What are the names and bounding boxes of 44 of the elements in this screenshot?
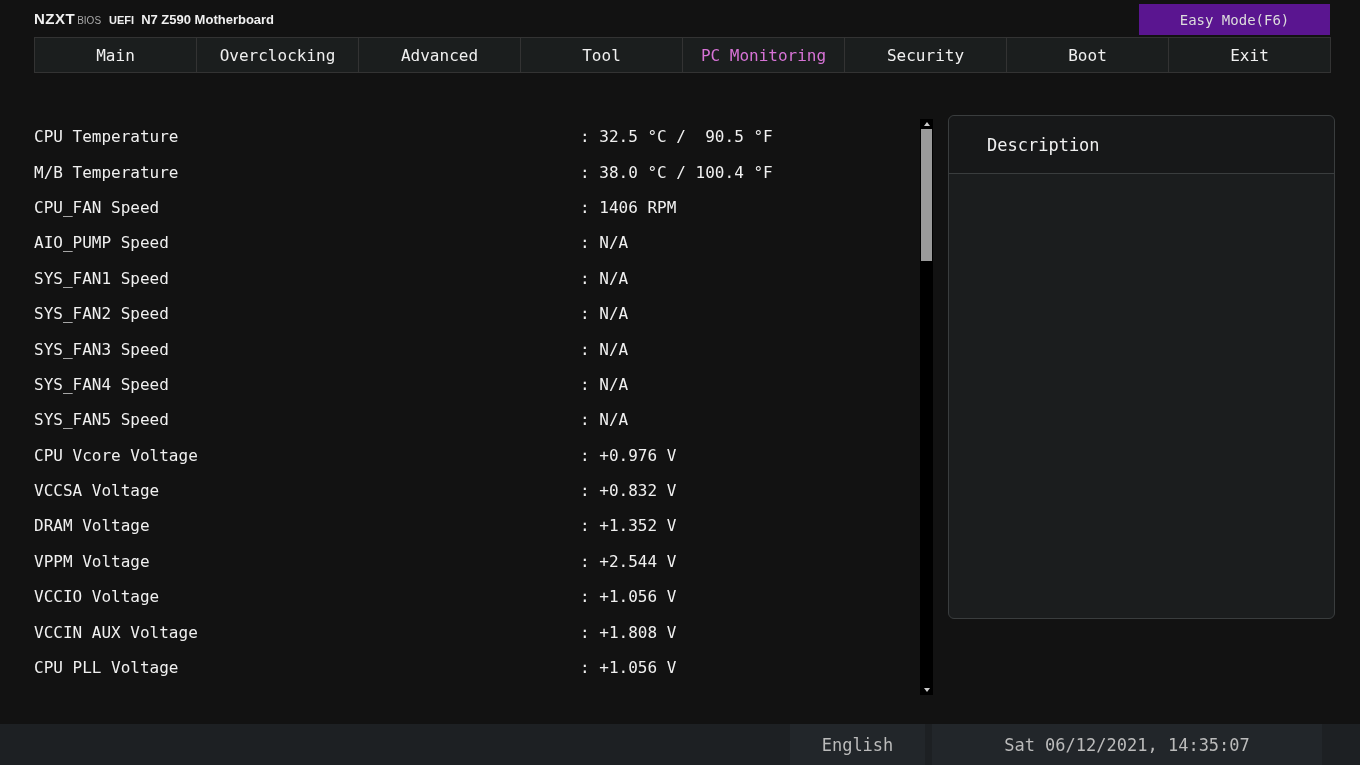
- reading-label: DRAM Voltage: [34, 516, 151, 536]
- reading-label: CPU_FAN Speed: [34, 197, 161, 217]
- reading-value: : N/A: [580, 233, 629, 253]
- reading-value: : 32.5 °C / 90.5 °F: [580, 127, 773, 147]
- reading-label: SYS_FAN2 Speed: [34, 304, 170, 324]
- reading-label: VCCIN AUX Voltage: [34, 622, 199, 642]
- scroll-up-icon[interactable]: [922, 121, 931, 127]
- reading-value: : N/A: [580, 304, 629, 324]
- brand-suffix: BIOS: [77, 15, 102, 26]
- reading-value: : +0.832 V: [580, 481, 677, 501]
- reading-value: : 1406 RPM: [580, 197, 677, 217]
- board-name: N7 Z590 Motherboard: [141, 12, 275, 27]
- scroll-thumb[interactable]: [921, 129, 932, 261]
- reading-value: : +2.544 V: [580, 551, 677, 571]
- reading-label: SYS_FAN5 Speed: [34, 410, 170, 430]
- reading-label: CPU Vcore Voltage: [34, 445, 199, 465]
- date-time: Sat 06/12/2021, 14:35:07: [932, 724, 1322, 765]
- reading-label: SYS_FAN1 Speed: [34, 268, 170, 288]
- reading-label: VCCSA Voltage: [34, 481, 161, 501]
- reading-value: : +1.352 V: [580, 516, 677, 536]
- reading-value: : N/A: [580, 268, 629, 288]
- reading-label: AIO_PUMP Speed: [34, 233, 170, 253]
- reading-label: CPU Temperature: [34, 127, 180, 147]
- scrollbar[interactable]: [920, 119, 933, 695]
- reading-label: SYS_FAN4 Speed: [34, 374, 170, 394]
- language-selector[interactable]: English: [790, 724, 925, 765]
- reading-label: VPPM Voltage: [34, 551, 151, 571]
- scroll-down-icon[interactable]: [922, 687, 931, 693]
- reading-label: M/B Temperature: [34, 162, 180, 182]
- reading-value: : +1.056 V: [580, 658, 677, 678]
- reading-value: : N/A: [580, 410, 629, 430]
- reading-label: VCCIO Voltage: [34, 587, 161, 607]
- reading-label: CPU PLL Voltage: [34, 658, 180, 678]
- reading-value: : N/A: [580, 374, 629, 394]
- reading-value: : 38.0 °C / 100.4 °F: [580, 162, 773, 182]
- description-title: Description: [987, 134, 1100, 155]
- easy-mode-button[interactable]: Easy Mode(F6): [1139, 4, 1330, 35]
- reading-value: : +1.056 V: [580, 587, 677, 607]
- reading-value: : N/A: [580, 339, 629, 359]
- reading-value: : +0.976 V: [580, 445, 677, 465]
- brand-logo: NZXT: [34, 10, 76, 27]
- reading-label: SYS_FAN3 Speed: [34, 339, 170, 359]
- reading-value: : +1.808 V: [580, 622, 677, 642]
- firmware-label: UEFI: [109, 14, 135, 26]
